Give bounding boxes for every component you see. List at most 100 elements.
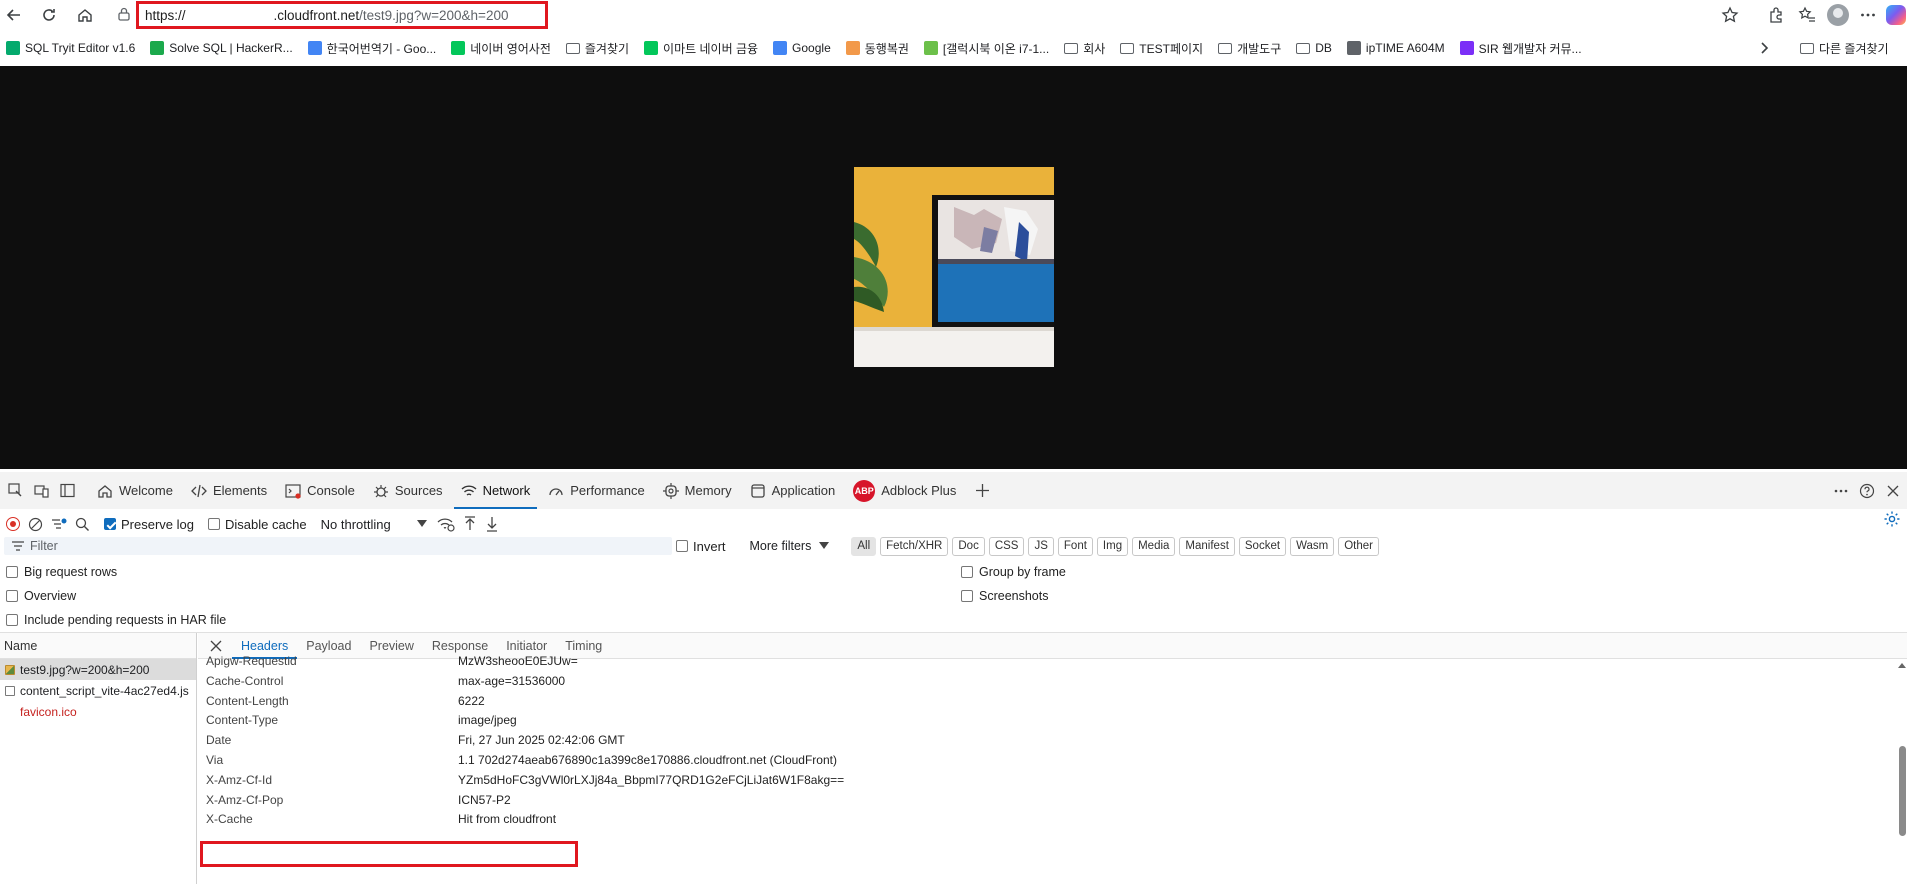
checkbox[interactable]	[961, 566, 973, 578]
details-scrollbar[interactable]	[1897, 660, 1907, 884]
extensions-button[interactable]	[1761, 1, 1791, 29]
more-horizontal-icon[interactable]	[1833, 483, 1849, 499]
checkbox[interactable]	[207, 518, 220, 530]
request-row[interactable]: test9.jpg?w=200&h=200	[0, 659, 196, 680]
gear-icon[interactable]	[1883, 510, 1901, 528]
bookmark-item[interactable]: TEST페이지	[1120, 40, 1203, 57]
tab-performance[interactable]: Performance	[539, 472, 653, 510]
throttling-value: No throttling	[320, 516, 391, 532]
tab-elements[interactable]: Elements	[182, 472, 276, 510]
scroll-up-arrow-icon[interactable]	[1898, 663, 1906, 668]
profile-button[interactable]	[1823, 1, 1853, 29]
more-filters-dropdown[interactable]: More filters	[750, 539, 830, 553]
inspect-element-button[interactable]	[2, 479, 28, 503]
header-row: X-Cache Hit from cloudfront	[198, 807, 1888, 831]
group-by-frame-checkbox[interactable]: Group by frame	[961, 565, 1066, 579]
image-file-icon	[5, 664, 15, 675]
throttling-select[interactable]: No throttling	[321, 517, 427, 532]
add-tab-button[interactable]	[969, 479, 995, 503]
other-bookmarks[interactable]: 다른 즐겨찾기	[1800, 34, 1889, 62]
tab-label: Network	[482, 483, 531, 498]
naver-dict-icon	[451, 41, 466, 55]
tab-adblock-plus[interactable]: ABP Adblock Plus	[844, 472, 965, 510]
bookmark-item[interactable]: SIR 웹개발자 커뮤...	[1459, 40, 1582, 57]
disable-cache-checkbox[interactable]: Disable cache	[207, 517, 307, 532]
device-emulation-button[interactable]	[28, 479, 54, 503]
request-row[interactable]: content_script_vite-4ac27ed4.js	[0, 680, 196, 701]
bookmark-item[interactable]: 회사	[1064, 40, 1105, 57]
filter-type-doc[interactable]: Doc	[952, 536, 985, 556]
include-pending-checkbox[interactable]: Include pending requests in HAR file	[6, 613, 226, 627]
record-button[interactable]	[6, 517, 20, 531]
bookmark-item[interactable]: [갤럭시북 이온 i7-1...	[923, 40, 1049, 57]
filter-type-media[interactable]: Media	[1132, 536, 1176, 556]
dock-sidebar-button[interactable]	[54, 479, 80, 503]
filter-type-all[interactable]: All	[851, 536, 877, 556]
checkbox[interactable]	[961, 590, 973, 602]
upload-icon[interactable]	[463, 516, 477, 532]
bookmark-item[interactable]: 이마트 네이버 금융	[644, 40, 758, 57]
filter-type-fetchxhr[interactable]: Fetch/XHR	[880, 536, 949, 556]
bookmark-item[interactable]: 한국어번역기 - Goo...	[307, 40, 436, 57]
tab-memory[interactable]: Memory	[654, 472, 741, 510]
filter-type-img[interactable]: Img	[1096, 536, 1129, 556]
filter-input[interactable]: Filter	[4, 537, 672, 555]
wifi-icon	[461, 483, 477, 499]
filter-type-css[interactable]: CSS	[988, 536, 1025, 556]
filter-type-wasm[interactable]: Wasm	[1290, 536, 1335, 556]
tab-label: Console	[307, 483, 355, 498]
url-highlight-box[interactable]: https:// .cloudfront.net/test9.jpg?w=200&…	[136, 1, 548, 29]
request-row[interactable]: favicon.ico	[0, 701, 196, 722]
checkbox[interactable]	[676, 540, 688, 552]
favorites-button[interactable]	[1792, 1, 1822, 29]
settings-more-button[interactable]	[1853, 1, 1883, 29]
home-button[interactable]	[71, 1, 99, 29]
filter-type-other[interactable]: Other	[1338, 536, 1379, 556]
screenshots-checkbox[interactable]: Screenshots	[961, 589, 1048, 603]
tab-network[interactable]: Network	[452, 472, 540, 510]
name-column-header[interactable]: Name	[0, 633, 196, 659]
filter-icon	[12, 541, 24, 551]
bookmark-item[interactable]: ipTIME A604M	[1346, 41, 1445, 55]
big-request-rows-checkbox[interactable]: Big request rows	[6, 565, 117, 579]
bookmark-item[interactable]: 즐겨찾기	[565, 40, 629, 57]
invert-checkbox[interactable]: Invert	[676, 539, 726, 554]
scroll-thumb[interactable]	[1899, 746, 1906, 836]
checkbox[interactable]	[6, 590, 18, 602]
bookmark-item[interactable]: Solve SQL | HackerR...	[150, 41, 293, 55]
bookmark-item[interactable]: DB	[1296, 41, 1332, 55]
bookmark-item[interactable]: 개발도구	[1218, 40, 1281, 57]
request-name: favicon.ico	[20, 704, 77, 719]
checkbox[interactable]	[6, 566, 18, 578]
clear-icon[interactable]	[28, 517, 43, 532]
requests-list: test9.jpg?w=200&h=200 content_script_vite…	[0, 659, 196, 722]
chevron-right-icon[interactable]	[1756, 40, 1772, 56]
close-icon[interactable]	[1885, 483, 1901, 499]
bookmark-item[interactable]: SQL Tryit Editor v1.6	[6, 41, 135, 55]
preserve-log-checkbox[interactable]: Preserve log	[104, 517, 194, 532]
refresh-button[interactable]	[35, 1, 63, 29]
help-icon[interactable]	[1859, 483, 1875, 499]
filter-settings-icon[interactable]	[51, 517, 67, 532]
overview-checkbox[interactable]: Overview	[6, 589, 76, 603]
filter-type-js[interactable]: JS	[1028, 536, 1054, 556]
download-icon[interactable]	[485, 516, 499, 532]
back-button[interactable]	[0, 1, 28, 29]
search-icon[interactable]	[75, 517, 90, 532]
bookmark-item[interactable]: 동행복권	[845, 40, 909, 57]
tab-console[interactable]: Console	[276, 472, 364, 510]
checkbox[interactable]	[6, 614, 18, 626]
checkbox-checked[interactable]	[104, 518, 116, 530]
tab-sources[interactable]: Sources	[364, 472, 452, 510]
filter-type-socket[interactable]: Socket	[1238, 536, 1287, 556]
tab-welcome[interactable]: Welcome	[88, 472, 182, 510]
filter-type-manifest[interactable]: Manifest	[1179, 536, 1235, 556]
bookmark-item[interactable]: Google	[773, 41, 831, 55]
bookmark-item[interactable]: 네이버 영어사전	[451, 40, 551, 57]
favorite-star-button[interactable]	[1715, 1, 1745, 29]
overview-label: Overview	[24, 589, 77, 603]
filter-type-font[interactable]: Font	[1057, 536, 1093, 556]
tab-application[interactable]: Application	[741, 472, 845, 510]
network-conditions-icon[interactable]	[437, 516, 455, 532]
copilot-button[interactable]	[1881, 1, 1907, 29]
